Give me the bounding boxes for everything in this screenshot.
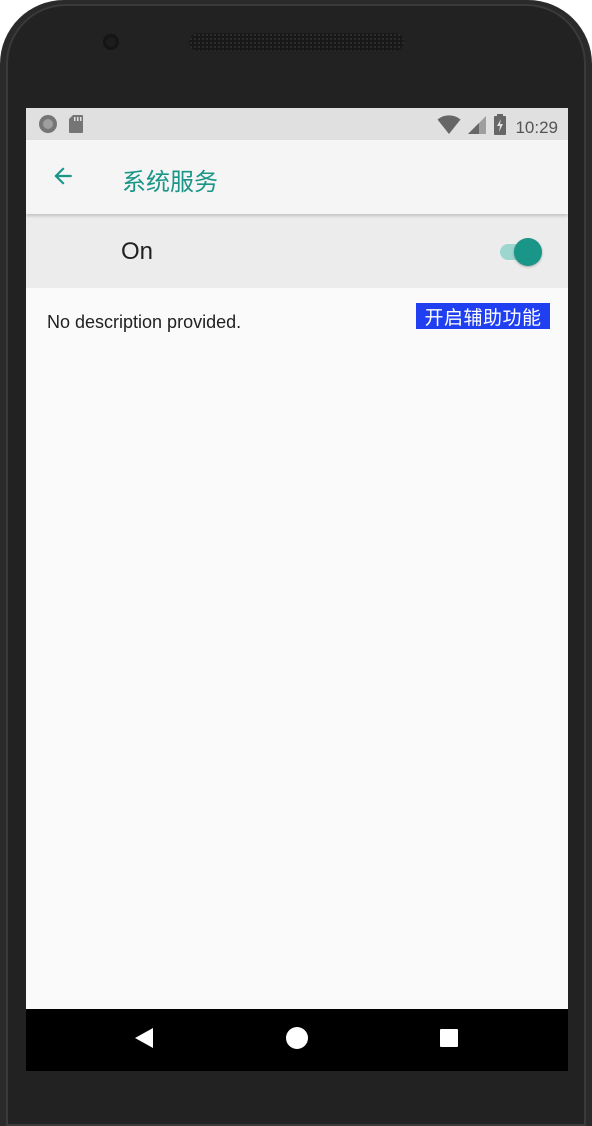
master-switch-bar[interactable]: On — [26, 214, 568, 288]
system-navigation-bar — [26, 1009, 568, 1071]
back-triangle-icon — [133, 1026, 155, 1055]
arrow-back-icon — [50, 163, 76, 194]
status-bar-left-icons — [38, 114, 84, 139]
enable-accessibility-overlay-label[interactable]: 开启辅助功能 — [416, 303, 550, 329]
battery-charging-icon — [493, 114, 507, 141]
page-title: 系统服务 — [122, 168, 218, 196]
wifi-icon — [437, 115, 461, 140]
front-camera — [103, 34, 119, 50]
status-bar-right-icons: 10:29 — [437, 114, 558, 141]
cell-signal-icon — [467, 115, 487, 140]
nav-back-button[interactable] — [130, 1026, 158, 1054]
earpiece-speaker — [189, 33, 404, 51]
nav-home-button[interactable] — [283, 1026, 311, 1054]
sd-card-icon — [68, 114, 84, 139]
phone-device-frame: 10:29 系统服务 On No description provided. 开… — [0, 0, 592, 1126]
service-toggle-switch[interactable] — [500, 238, 542, 266]
app-toolbar: 系统服务 — [26, 140, 568, 214]
recents-square-icon — [438, 1027, 460, 1054]
phone-screen: 10:29 系统服务 On No description provided. 开… — [26, 108, 568, 1071]
nav-recents-button[interactable] — [435, 1026, 463, 1054]
navigate-up-button[interactable] — [46, 161, 80, 195]
service-description: No description provided. — [47, 312, 242, 332]
home-circle-icon — [285, 1026, 309, 1055]
status-bar: 10:29 — [26, 108, 568, 140]
status-bar-time: 10:29 — [515, 117, 558, 137]
circle-notification-icon — [38, 114, 58, 139]
switch-label: On — [121, 238, 154, 265]
toggle-thumb — [514, 238, 542, 266]
